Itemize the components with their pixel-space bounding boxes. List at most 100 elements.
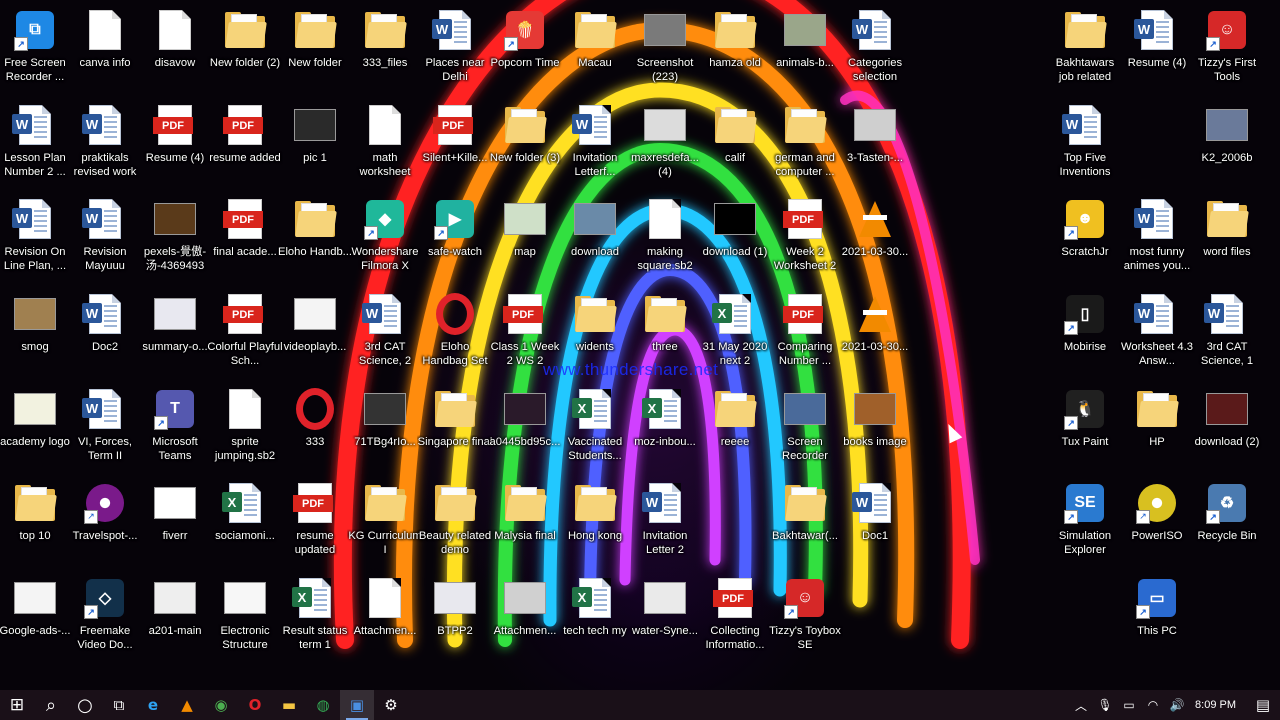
desktop-icon-widents[interactable]: widents xyxy=(557,286,633,378)
desktop-icon-recycle-bin[interactable]: ♻ Recycle Bin xyxy=(1189,475,1265,567)
desktop-icon-travelspot[interactable]: Travelspot-... xyxy=(67,475,143,567)
desktop-icon-wondershare-filmora-x[interactable]: ◆ Wondershare Filmora X xyxy=(347,191,423,283)
desktop-icon-comparing-number[interactable]: PDF Comparing Number ... xyxy=(767,286,843,378)
show-hidden-icons-chevron[interactable]: ︿ xyxy=(1069,690,1093,720)
desktop-icon-animals-b[interactable]: animals-b... xyxy=(767,2,843,94)
desktop-icon-screen-recorder[interactable]: Screen Recorder xyxy=(767,381,843,473)
desktop-icon-making-square-sb2[interactable]: making square.sb2 xyxy=(627,191,703,283)
desktop-icon-result-status-term-1[interactable]: X Result status term 1 xyxy=(277,570,353,662)
start-button[interactable]: ⊞ xyxy=(0,690,34,720)
desktop-icon-top-10[interactable]: top 10 xyxy=(0,475,73,567)
search-icon[interactable]: ⌕ xyxy=(34,690,68,720)
desktop-icon-lesson-plan-number-2[interactable]: W Lesson Plan Number 2 ... xyxy=(0,97,73,189)
desktop-icon-tizzy-s-toybox-se[interactable]: ☺ Tizzy's Toybox SE xyxy=(767,570,843,662)
desktop-icon-vaccinated-students[interactable]: X Vaccinated Students... xyxy=(557,381,633,473)
desktop-icon-attachmen[interactable]: Attachmen... xyxy=(347,570,423,662)
desktop-icon-71tbg4rio[interactable]: 71TBg4rIo... xyxy=(347,381,423,473)
desktop-icon-tech-tech-my[interactable]: Xtech tech my xyxy=(557,570,633,662)
desktop-icon-electronic-structure[interactable]: Electronic Structure xyxy=(207,570,283,662)
desktop-icon-maxresdefa-4[interactable]: maxresdefa... (4) xyxy=(627,97,703,189)
desktop-icon-praktikals-revised-work[interactable]: Wpraktikals revised work xyxy=(67,97,143,189)
desktop-icon-revision-mayuuu[interactable]: W Revision Mayuuu xyxy=(67,191,143,283)
desktop-icon-doc2[interactable]: W Doc2 xyxy=(67,286,143,378)
taskbar-edge-icon[interactable]: e xyxy=(136,690,170,720)
desktop-icon-three[interactable]: three xyxy=(627,286,703,378)
desktop-icon-bakhtawar[interactable]: Bakhtawar(... xyxy=(767,475,843,567)
desktop-icon-a0445bd95c[interactable]: a0445bd95c... xyxy=(487,381,563,473)
taskbar-chrome-icon[interactable]: ◍ xyxy=(306,690,340,720)
desktop-icon-top-five-inventions[interactable]: W Top Five Inventions xyxy=(1047,97,1123,189)
desktop-icon-sprite-jumping-sb2[interactable]: sprite jumping.sb2 xyxy=(207,381,283,473)
desktop-icon-2021-03-30[interactable]: 2021-03-30... xyxy=(837,286,913,378)
wifi-icon[interactable]: ◠ xyxy=(1141,690,1165,720)
desktop-icon-revision-on-line-plan[interactable]: W Revision On Line Plan, ... xyxy=(0,191,73,283)
desktop-icon-colorful-playful-sch[interactable]: PDF Colorful Playful Sch... xyxy=(207,286,283,378)
desktop-icon-mobirise[interactable]: ▯ Mobirise xyxy=(1047,286,1123,378)
desktop-icon-k2-2006b[interactable]: K2_2006b xyxy=(1189,97,1265,189)
desktop-icon-download-2[interactable]: download (2) xyxy=(1189,381,1265,473)
desktop-icon-places-near-delhi[interactable]: W Places near Delhi xyxy=(417,2,493,94)
desktop-icon-resume-4[interactable]: PDF Resume (4) xyxy=(137,97,213,189)
desktop-icon-simulation-explorer[interactable]: SE Simulation Explorer xyxy=(1047,475,1123,567)
desktop-icon-hong-kong[interactable]: Hong kong xyxy=(557,475,633,567)
desktop-icon-invitation-letterf[interactable]: W Invitation Letterf... xyxy=(557,97,633,189)
desktop-icon-3rd-cat-science-2[interactable]: W 3rd CAT Science, 2 xyxy=(347,286,423,378)
desktop-icon-kg-curriculum-i[interactable]: KG Curriculum I xyxy=(347,475,423,567)
desktop-icon-worksheet-4-3-answ[interactable]: W Worksheet 4.3 Answ... xyxy=(1119,286,1195,378)
desktop-icon-sociamoni[interactable]: Xsociamoni... xyxy=(207,475,283,567)
desktop-icon-malysia-final[interactable]: Malysia final xyxy=(487,475,563,567)
battery-icon[interactable]: ▭ xyxy=(1117,690,1141,720)
desktop-icon-eloho-handb[interactable]: Eloho Handb... xyxy=(277,191,353,283)
desktop-icon-reeee[interactable]: reeee xyxy=(697,381,773,473)
desktop-icon-most-funny-animes-you[interactable]: Wmost funny animes you... xyxy=(1119,191,1195,283)
taskbar-vlc-icon[interactable]: ▲ xyxy=(170,690,204,720)
desktop-icon-academy-logo[interactable]: academy logo xyxy=(0,381,73,473)
cortana-icon[interactable]: ○ xyxy=(68,690,102,720)
desktop-icon-bakhtawars-job-related[interactable]: Bakhtawars job related xyxy=(1047,2,1123,94)
desktop-icon-download-1[interactable]: download (1) xyxy=(697,191,773,283)
desktop-icon-collecting-informatio[interactable]: PDF Collecting Informatio... xyxy=(697,570,773,662)
desktop-icon-tux-paint[interactable]: 🐧 Tux Paint xyxy=(1047,381,1123,473)
desktop-icon-class-1-week-2-ws-2[interactable]: PDF Class 1 Week 2 WS 2 xyxy=(487,286,563,378)
desktop-icon-btpp2[interactable]: BTPP2 xyxy=(417,570,493,662)
desktop-icon-resume-updated[interactable]: PDF resume updated xyxy=(277,475,353,567)
desktop-icon-macau[interactable]: Macau xyxy=(557,2,633,94)
desktop-icon-categories-selection[interactable]: W Categories selection xyxy=(837,2,913,94)
desktop-icon-map[interactable]: map xyxy=(487,191,563,283)
desktop-icon-google-ads[interactable]: Google-ads-... xyxy=(0,570,73,662)
desktop-icon-hamza-old[interactable]: hamza old xyxy=(697,2,773,94)
desktop-icon-popcorn-time[interactable]: 🍿 Popcorn Time xyxy=(487,2,563,94)
desktop-icon-pexels-4369493[interactable]: pexels-覺傲-汤-4369493 xyxy=(137,191,213,283)
desktop-icon-333[interactable]: 333 xyxy=(277,381,353,473)
desktop-icon-screenshot-223[interactable]: Screenshot (223) xyxy=(627,2,703,94)
desktop-icon-new-folder-2[interactable]: New folder (2) xyxy=(207,2,283,94)
desktop-icon-silent-kille[interactable]: PDF Silent+Kille... xyxy=(417,97,493,189)
desktop-icon-attachmen[interactable]: Attachmen... xyxy=(487,570,563,662)
desktop-icon-canva-info[interactable]: canva info xyxy=(67,2,143,94)
desktop-icon-hp[interactable]: HP xyxy=(1119,381,1195,473)
desktop-icon-new-folder[interactable]: New folder xyxy=(277,2,353,94)
desktop-icon-microsoft-teams[interactable]: T Microsoft Teams xyxy=(137,381,213,473)
microphone-icon[interactable]: 🎙 xyxy=(1093,690,1117,720)
desktop-icon-333-files[interactable]: 333_files xyxy=(347,2,423,94)
desktop-icon-safe-watch[interactable]: ▶ safe-watch xyxy=(417,191,493,283)
task-view-icon[interactable]: ⧉ xyxy=(102,690,136,720)
taskbar-opera-icon[interactable]: O xyxy=(238,690,272,720)
desktop-icon-videoplayb[interactable]: videoplayb... xyxy=(277,286,353,378)
desktop-icon-singapore-final[interactable]: Singapore final xyxy=(417,381,493,473)
clock[interactable]: 8:09 PM xyxy=(1189,699,1246,711)
desktop-icon-scratchjr[interactable]: ☻ ScratchJr xyxy=(1047,191,1123,283)
desktop-icon-tizzy-s-first-tools[interactable]: ☺ Tizzy's First Tools xyxy=(1189,2,1265,94)
taskbar-screen-recorder-icon[interactable]: ▣ xyxy=(340,690,374,720)
desktop-icon-doc1[interactable]: W Doc1 xyxy=(837,475,913,567)
desktop-icon-books-image[interactable]: books image xyxy=(837,381,913,473)
desktop-icon-german-and-computer[interactable]: german and computer ... xyxy=(767,97,843,189)
desktop-icon-beauty-related-demo[interactable]: Beauty related demo xyxy=(417,475,493,567)
desktop-icon-freemake-video-do[interactable]: ◇ Freemake Video Do... xyxy=(67,570,143,662)
desktop-icon-pic-1[interactable]: pic 1 xyxy=(277,97,353,189)
desktop-icon-new-folder-3[interactable]: New folder (3) xyxy=(487,97,563,189)
notifications-icon[interactable]: ▤ xyxy=(1246,690,1280,720)
taskbar-settings-icon[interactable]: ⚙ xyxy=(374,690,408,720)
desktop-icon-week-2-worksheet-2[interactable]: PDF Week 2 Worksheet 2 xyxy=(767,191,843,283)
desktop-icon-invitation-letter-2[interactable]: W Invitation Letter 2 xyxy=(627,475,703,567)
